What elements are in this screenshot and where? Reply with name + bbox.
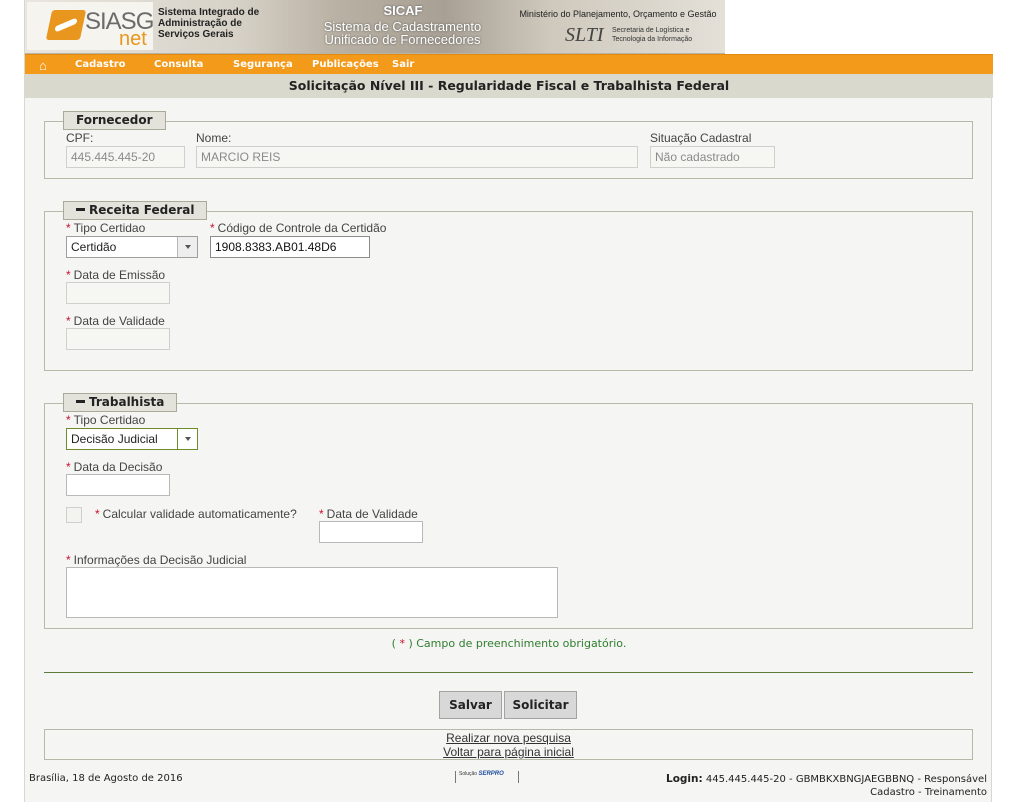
data-emissao-label-text: Data de Emissão xyxy=(73,268,166,282)
system-name: Sistema Integrado de Administração de Se… xyxy=(158,7,288,40)
codigo-controle-label-text: Código de Controle da Certidão xyxy=(217,221,387,235)
trab-tipo-certidao-label-text: Tipo Certidao xyxy=(73,413,146,427)
footer-location-date: Brasília, 18 de Agosto de 2016 xyxy=(29,773,183,784)
required-marker: * xyxy=(66,221,71,235)
solucao-text: Solução xyxy=(459,771,478,777)
codigo-controle-field[interactable]: 1908.8383.AB01.48D6 xyxy=(210,236,370,258)
system-name-line3: Serviços Gerais xyxy=(158,29,234,40)
data-decisao-label-text: Data da Decisão xyxy=(73,460,163,474)
slti-logo: SLTI xyxy=(565,24,604,46)
sicaf-title: SICAF xyxy=(383,3,423,18)
logo-net: net xyxy=(119,28,147,50)
required-marker: * xyxy=(66,460,71,474)
required-note-text: ) Campo de preenchimento obrigatório. xyxy=(404,637,627,650)
trab-tipo-certidao-value: Decisão Judicial xyxy=(71,432,158,446)
slti-name-line1: Secretaria de Logística e xyxy=(612,27,690,34)
login-label: Login: xyxy=(666,773,703,785)
menu-item-cadastro[interactable]: Cadastro xyxy=(75,59,126,70)
required-note: ( * ) Campo de preenchimento obrigatório… xyxy=(25,637,993,650)
situacao-field[interactable]: Não cadastrado xyxy=(650,146,775,168)
trab-tipo-certidao-label: * Tipo Certidao xyxy=(66,413,145,427)
data-emissao-field[interactable] xyxy=(66,282,170,304)
required-marker: * xyxy=(66,314,71,328)
main-menu: ⌂ Cadastro Consulta Segurança Publicaçõe… xyxy=(25,54,993,74)
data-validade-label-text: Data de Validade xyxy=(73,314,165,328)
serpro-text: SERPRO xyxy=(478,771,504,777)
slti-name-line2: Tecnologia da Informação xyxy=(612,36,693,43)
trabalhista-fieldset: Trabalhista * Tipo Certidao Decisão Judic… xyxy=(44,393,973,629)
footer-login: Login: 445.445.445-20 - GBMBKXBNGJAEGBBN… xyxy=(627,773,987,799)
serpro-logo: Solução SERPRO xyxy=(455,771,519,783)
tipo-certidao-label-text: Tipo Certidao xyxy=(73,221,146,235)
system-name-line1: Sistema Integrado de xyxy=(158,7,260,18)
cpf-label: CPF: xyxy=(66,131,94,145)
collapse-icon[interactable] xyxy=(76,208,85,211)
links-box: Realizar nova pesquisa Voltar para págin… xyxy=(44,729,973,760)
nome-label: Nome: xyxy=(196,131,232,145)
sicaf-subtitle: Sistema de Cadastramento Unificado de Fo… xyxy=(295,20,510,46)
info-decisao-label-text: Informações da Decisão Judicial xyxy=(73,553,247,567)
data-decisao-field[interactable] xyxy=(66,474,170,496)
login-line2: Cadastro - Treinamento xyxy=(870,787,987,798)
siasg-emblem-icon xyxy=(45,10,87,40)
slti-name: Secretaria de Logística e Tecnologia da … xyxy=(612,26,722,44)
sicaf-subtitle-line2: Unificado de Fornecedores xyxy=(324,32,481,47)
required-marker: * xyxy=(66,268,71,282)
receita-fieldset: Receita Federal * Tipo Certidao Certidão … xyxy=(44,201,973,371)
calcular-validade-label: * Calcular validade automaticamente? xyxy=(95,507,297,521)
save-button[interactable]: Salvar xyxy=(439,691,502,719)
trab-data-validade-field[interactable] xyxy=(319,521,423,543)
login-value: 445.445.445-20 - GBMBKXBNGJAEGBBNQ - Res… xyxy=(705,774,987,785)
data-emissao-label: * Data de Emissão xyxy=(66,268,165,282)
menu-item-consulta[interactable]: Consulta xyxy=(154,59,203,70)
fornecedor-legend: Fornecedor xyxy=(63,111,166,130)
cpf-field[interactable]: 445.445.445-20 xyxy=(66,146,185,168)
data-decisao-label: * Data da Decisão xyxy=(66,460,162,474)
nova-pesquisa-link[interactable]: Realizar nova pesquisa xyxy=(45,731,972,745)
required-marker: * xyxy=(319,507,324,521)
solicitar-button[interactable]: Solicitar xyxy=(504,691,577,719)
divider xyxy=(44,672,973,673)
info-decisao-textarea[interactable] xyxy=(66,567,558,618)
trab-tipo-certidao-select[interactable]: Decisão Judicial xyxy=(66,428,198,450)
required-marker: * xyxy=(95,507,100,521)
page-title: Solicitação Nível III - Regularidade Fis… xyxy=(25,74,993,98)
calcular-validade-label-text: Calcular validade automaticamente? xyxy=(102,507,297,521)
info-decisao-label: * Informações da Decisão Judicial xyxy=(66,553,246,567)
menu-item-seguranca[interactable]: Segurança xyxy=(233,59,293,70)
trab-data-validade-label: * Data de Validade xyxy=(319,507,418,521)
ministry-name: Ministério do Planejamento, Orçamento e … xyxy=(519,9,717,19)
required-marker: * xyxy=(66,413,71,427)
situacao-label: Situação Cadastral xyxy=(650,131,752,145)
fornecedor-fieldset: Fornecedor CPF: 445.445.445-20 Nome: MAR… xyxy=(44,111,973,179)
required-marker: * xyxy=(210,221,215,235)
tipo-certidao-label: * Tipo Certidao xyxy=(66,221,145,235)
data-validade-label: * Data de Validade xyxy=(66,314,165,328)
home-icon[interactable]: ⌂ xyxy=(39,58,53,73)
header-banner: SIASG net Sistema Integrado de Administr… xyxy=(25,0,993,54)
collapse-icon[interactable] xyxy=(76,400,85,403)
nome-field[interactable]: MARCIO REIS xyxy=(196,146,638,168)
system-name-line2: Administração de xyxy=(158,18,242,29)
tipo-certidao-select[interactable]: Certidão xyxy=(66,236,198,258)
tipo-certidao-value: Certidão xyxy=(71,240,117,254)
required-marker: * xyxy=(66,553,71,567)
siasg-logo: SIASG net xyxy=(27,2,154,50)
receita-legend-text: Receita Federal xyxy=(89,203,195,217)
voltar-inicio-link[interactable]: Voltar para página inicial xyxy=(45,745,972,759)
banner-image: SIASG net Sistema Integrado de Administr… xyxy=(25,0,725,54)
data-validade-field[interactable] xyxy=(66,328,170,350)
trabalhista-legend-text: Trabalhista xyxy=(89,395,165,409)
menu-item-publicacoes[interactable]: Publicações xyxy=(312,59,379,70)
page: SIASG net Sistema Integrado de Administr… xyxy=(24,0,993,802)
receita-legend[interactable]: Receita Federal xyxy=(63,201,208,220)
menu-item-sair[interactable]: Sair xyxy=(392,59,414,70)
codigo-controle-label: * Código de Controle da Certidão xyxy=(210,221,386,235)
chevron-down-icon[interactable] xyxy=(177,237,197,257)
chevron-down-icon[interactable] xyxy=(177,429,197,449)
calcular-validade-checkbox[interactable] xyxy=(66,507,82,523)
trab-data-validade-label-text: Data de Validade xyxy=(326,507,418,521)
trabalhista-legend[interactable]: Trabalhista xyxy=(63,393,178,412)
